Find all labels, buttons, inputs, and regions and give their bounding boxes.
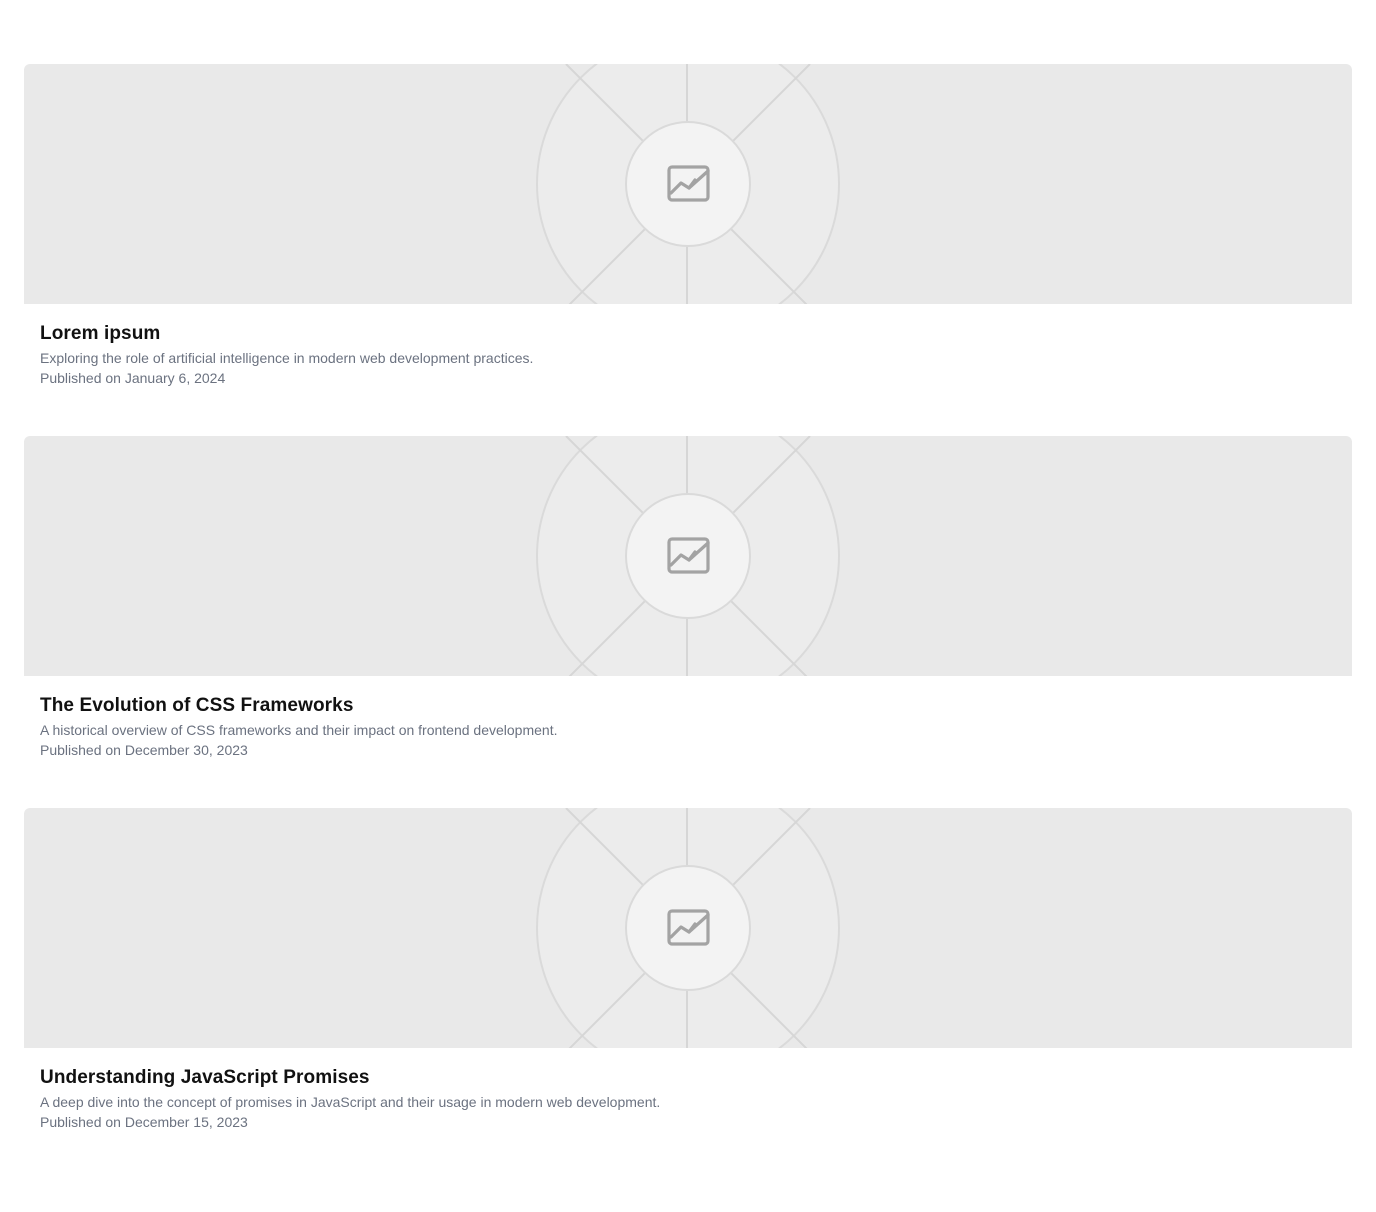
- post-title[interactable]: Lorem ipsum: [40, 322, 1336, 346]
- post-date: Published on January 6, 2024: [40, 370, 226, 386]
- post-thumbnail[interactable]: [24, 436, 1352, 676]
- post-description: A deep dive into the concept of promises…: [40, 1094, 661, 1110]
- image-placeholder-icon: [474, 64, 902, 304]
- post-thumbnail[interactable]: [24, 64, 1352, 304]
- image-placeholder-icon: [474, 436, 902, 676]
- post-card-body: The Evolution of CSS Frameworks A histor…: [24, 676, 1352, 760]
- post-title[interactable]: Understanding JavaScript Promises: [40, 1066, 1336, 1090]
- post-card-body: Understanding JavaScript Promises A deep…: [24, 1048, 1352, 1132]
- blog-post-feed: Lorem ipsum Exploring the role of artifi…: [24, 64, 1352, 1180]
- post-description: Exploring the role of artificial intelli…: [40, 350, 534, 366]
- post-date: Published on December 15, 2023: [40, 1114, 248, 1130]
- image-placeholder-icon: [474, 808, 902, 1048]
- post-title[interactable]: The Evolution of CSS Frameworks: [40, 694, 1336, 718]
- post-date: Published on December 30, 2023: [40, 742, 248, 758]
- post-thumbnail[interactable]: [24, 808, 1352, 1048]
- post-card[interactable]: The Evolution of CSS Frameworks A histor…: [24, 436, 1352, 808]
- post-description: A historical overview of CSS frameworks …: [40, 722, 558, 738]
- post-card-body: Lorem ipsum Exploring the role of artifi…: [24, 304, 1352, 388]
- post-card[interactable]: Lorem ipsum Exploring the role of artifi…: [24, 64, 1352, 436]
- post-card[interactable]: Understanding JavaScript Promises A deep…: [24, 808, 1352, 1180]
